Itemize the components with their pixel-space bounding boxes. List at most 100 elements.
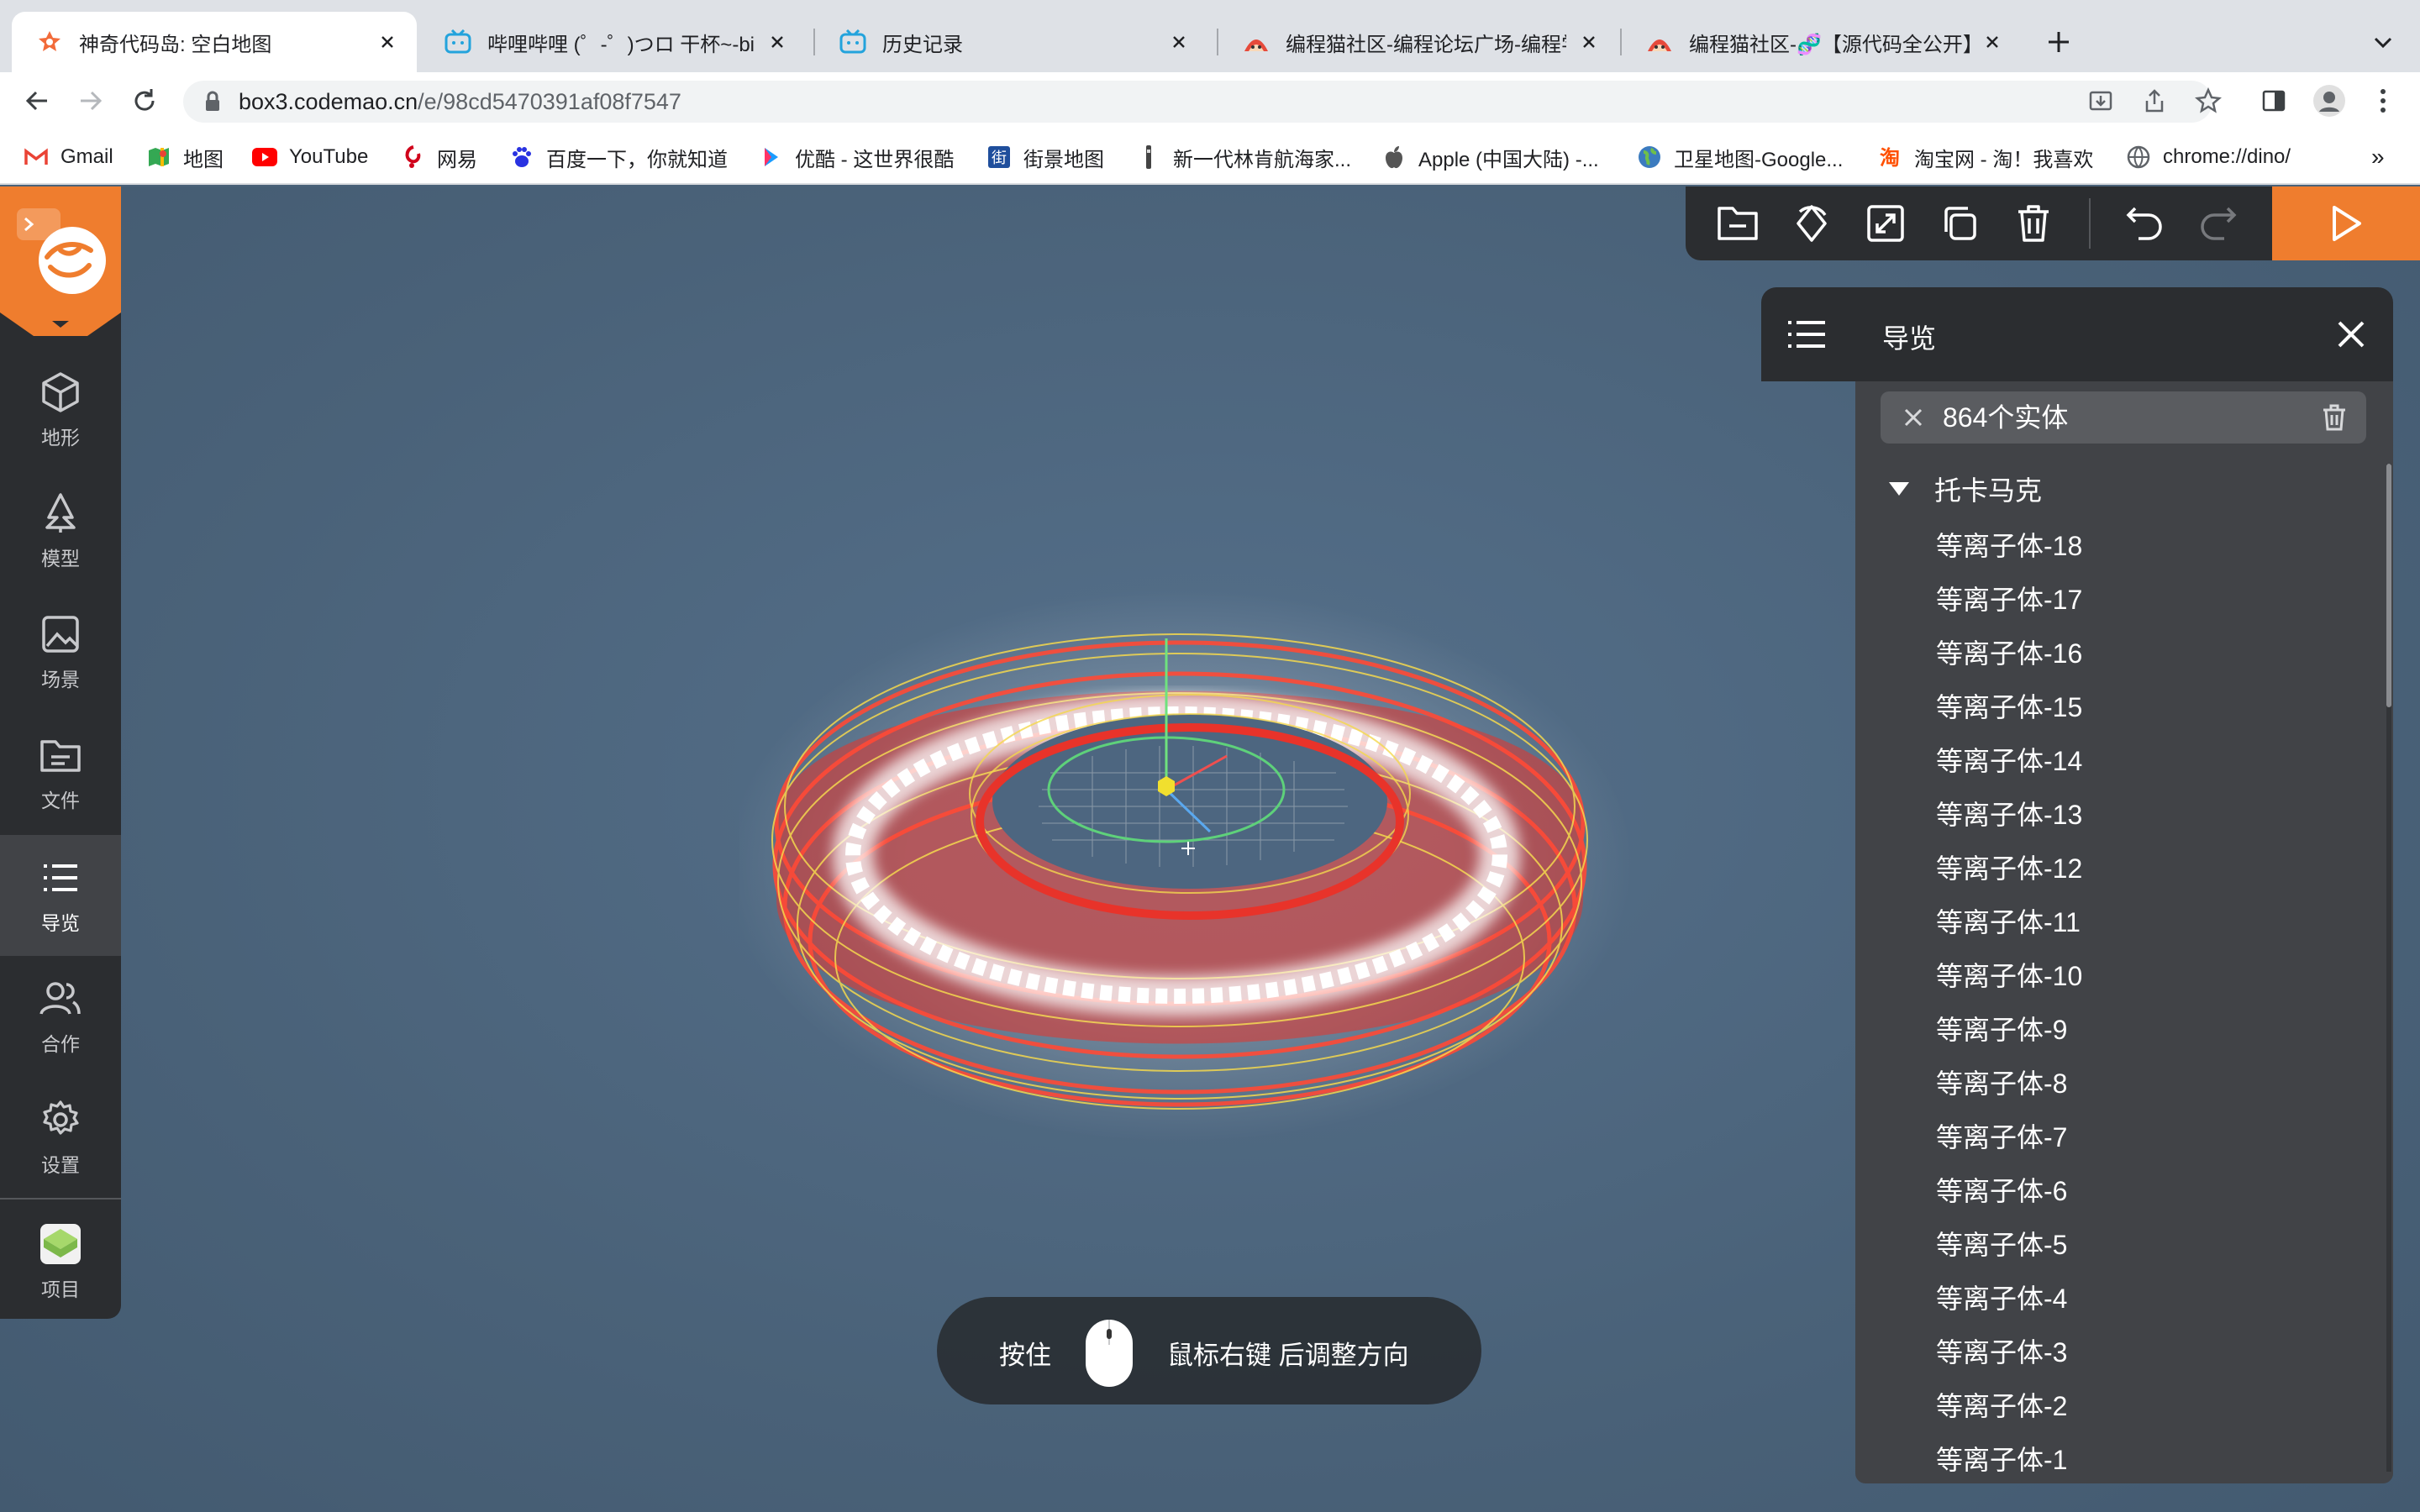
collapse-folder-button[interactable] — [1714, 200, 1761, 247]
bookmark-netease[interactable]: 网易 — [400, 143, 477, 171]
bookmark-lincoln[interactable]: 新一代林肯航海家... — [1136, 143, 1351, 171]
image-icon — [38, 612, 83, 657]
tab-codemao-island[interactable]: 神奇代码岛: 空白地图 — [12, 12, 417, 72]
sidebar-item-model[interactable]: 模型 — [0, 470, 121, 591]
entity-list-item[interactable]: 等离子体-6 — [1936, 1174, 2067, 1208]
more-bookmarks-button[interactable]: » — [2371, 143, 2385, 171]
entity-filter-input[interactable]: 864个实体 — [1881, 391, 2366, 444]
back-button[interactable] — [17, 81, 57, 121]
entity-list-item[interactable]: 等离子体-18 — [1936, 529, 2082, 563]
profile-avatar-icon[interactable] — [2309, 81, 2349, 121]
browser-menu-icon[interactable] — [2363, 81, 2403, 121]
bookmark-maps[interactable]: 地图 — [146, 143, 224, 171]
tab-close-icon[interactable] — [765, 29, 790, 55]
sidebar-item-files[interactable]: 文件 — [0, 712, 121, 833]
tree-node-tokamak[interactable]: 托卡马克 — [1887, 472, 2042, 506]
entity-list-item[interactable]: 等离子体-13 — [1936, 798, 2082, 832]
tab-close-icon[interactable] — [1576, 29, 1602, 55]
mouse-icon — [1083, 1317, 1135, 1389]
new-tab-button[interactable] — [2039, 22, 2079, 62]
sidebar-item-project[interactable]: 项目 — [0, 1201, 121, 1322]
run-button[interactable] — [2272, 186, 2420, 260]
rotate-tool-button[interactable] — [1788, 200, 1835, 247]
tab-title: 编程猫社区-编程论坛广场-编程学习 — [1286, 33, 1566, 56]
bookmark-baidu[interactable]: 百度一下，你就知道 — [509, 143, 728, 171]
gear-icon — [38, 1097, 83, 1142]
list-icon — [38, 855, 83, 900]
entity-list-item[interactable]: 等离子体-14 — [1936, 744, 2082, 778]
tab-codemao-source[interactable]: 编程猫社区-🧬【源代码全公开】 — [1622, 12, 2022, 72]
entity-list-item[interactable]: 等离子体-7 — [1936, 1121, 2067, 1154]
sidebar-item-scene[interactable]: 场景 — [0, 591, 121, 712]
duplicate-button[interactable] — [1936, 200, 1983, 247]
entity-list-item[interactable]: 等离子体-2 — [1936, 1389, 2067, 1423]
entity-list-item[interactable]: 等离子体-10 — [1936, 959, 2082, 993]
entity-list-item[interactable]: 等离子体-15 — [1936, 690, 2082, 724]
baidu-icon — [509, 144, 534, 170]
tab-history[interactable]: 历史记录 — [815, 12, 1208, 72]
play-icon — [2328, 203, 2365, 244]
bookmark-gmail[interactable]: Gmail — [24, 143, 113, 171]
clear-filter-icon[interactable] — [1902, 407, 1924, 428]
tab-close-icon[interactable] — [1166, 29, 1192, 55]
list-icon[interactable] — [1785, 312, 1828, 356]
reload-button[interactable] — [124, 81, 165, 121]
sidebar-item-collaborate[interactable]: 合作 — [0, 956, 121, 1077]
entity-list-item[interactable]: 等离子体-11 — [1936, 906, 2081, 939]
close-panel-icon[interactable] — [2334, 318, 2368, 351]
url-text[interactable]: box3.codemao.cn/e/98cd5470391af08f7547 — [239, 87, 681, 116]
bookmark-label: 百度一下，你就知道 — [546, 148, 728, 171]
entity-list-item[interactable]: 等离子体-4 — [1936, 1282, 2067, 1315]
trash-icon[interactable] — [2321, 403, 2349, 432]
tab-codemao-forum[interactable]: 编程猫社区-编程论坛广场-编程学习 — [1218, 12, 1618, 72]
undo-button[interactable] — [2121, 200, 2168, 247]
scale-tool-button[interactable] — [1862, 200, 1909, 247]
netease-icon — [400, 144, 425, 170]
bookmark-taobao[interactable]: 淘 淘宝网 - 淘！我喜欢 — [1877, 143, 2093, 171]
bookmark-satellite-map[interactable]: 卫星地图-Google... — [1637, 143, 1843, 171]
bookmark-youku[interactable]: 优酷 - 这世界很酷 — [758, 143, 954, 171]
bookmark-label: 地图 — [183, 148, 224, 171]
entity-list-item[interactable]: 等离子体-1 — [1936, 1443, 2067, 1477]
sidebar-item-terrain[interactable]: 地形 — [0, 349, 121, 470]
entity-list-item[interactable]: 等离子体-5 — [1936, 1228, 2067, 1262]
tab-close-icon[interactable] — [1980, 29, 2005, 55]
navigator-panel-header: 导览 — [1761, 287, 2393, 381]
sidebar-item-settings[interactable]: 设置 — [0, 1077, 121, 1198]
bookmark-star-icon[interactable] — [2188, 81, 2228, 121]
entity-list-item[interactable]: 等离子体-8 — [1936, 1067, 2067, 1100]
entity-list-item[interactable]: 等离子体-16 — [1936, 637, 2082, 670]
entity-list-item[interactable]: 等离子体-3 — [1936, 1336, 2067, 1369]
bookmark-apple[interactable]: Apple (中国大陆) -... — [1381, 143, 1599, 171]
bookmark-dino[interactable]: chrome://dino/ — [2126, 143, 2291, 171]
redo-button[interactable] — [2195, 200, 2242, 247]
caret-down-icon[interactable] — [1887, 477, 1911, 501]
panel-title: 导览 — [1882, 323, 1937, 354]
tab-search-chevron-icon[interactable] — [2363, 22, 2403, 62]
bookmark-label: 淘宝网 - 淘！我喜欢 — [1914, 148, 2094, 171]
bookmark-youtube[interactable]: YouTube — [252, 143, 368, 171]
sidebar-item-label: 合作 — [41, 1033, 80, 1055]
torus-wireframe-scene[interactable] — [739, 504, 1681, 1176]
forward-button[interactable] — [71, 81, 111, 121]
share-icon[interactable] — [2134, 81, 2175, 121]
entity-list-item[interactable]: 等离子体-17 — [1936, 583, 2082, 617]
bookmark-label: 网易 — [437, 148, 477, 171]
hint-action-text: 鼠标右键 后调整方向 — [1167, 1341, 1409, 1370]
tab-bilibili[interactable]: 哔哩哔哩 (゜-゜)つロ 干杯~-bilibili — [420, 12, 807, 72]
entity-list-item[interactable]: 等离子体-12 — [1936, 852, 2082, 885]
sidebar-item-navigator[interactable]: 导览 — [0, 835, 121, 956]
install-app-icon[interactable] — [2081, 81, 2121, 121]
bookmark-label: YouTube — [289, 145, 369, 168]
lock-icon[interactable] — [200, 89, 225, 114]
side-panel-icon[interactable] — [2254, 81, 2294, 121]
taobao-icon: 淘 — [1877, 144, 1902, 170]
tab-close-icon[interactable] — [375, 29, 400, 55]
codemao-logo-button[interactable] — [0, 186, 121, 336]
hint-press-text: 按住 — [999, 1341, 1051, 1370]
delete-button[interactable] — [2010, 200, 2057, 247]
scrollbar-thumb[interactable] — [2386, 464, 2391, 707]
entity-list-item[interactable]: 等离子体-9 — [1936, 1013, 2067, 1047]
sidebar-item-label: 模型 — [41, 548, 80, 570]
bookmark-streetview[interactable]: 街 街景地图 — [986, 143, 1104, 171]
